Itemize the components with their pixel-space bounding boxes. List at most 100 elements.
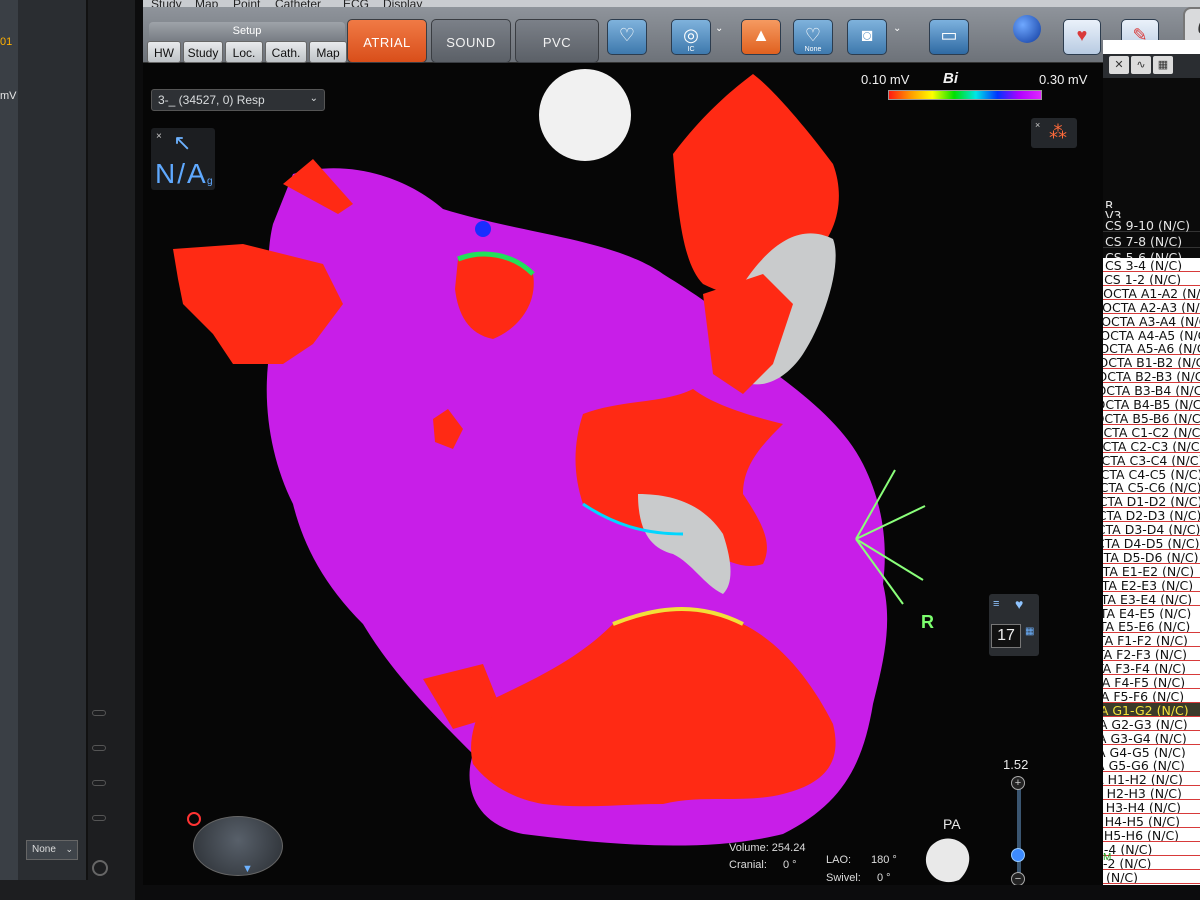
tab-hw[interactable]: HW (147, 41, 181, 63)
signal-channel[interactable]: MAP 3-4 (N/C) (1103, 841, 1200, 857)
tab-map[interactable]: Map (309, 41, 347, 63)
signal-channel[interactable]: OCTA G1-G2 (N/C) (1103, 702, 1200, 718)
projection-box[interactable]: × ↖ N/A g (151, 128, 215, 190)
signal-label[interactable]: CS 7-8 (N/C) (1103, 234, 1200, 249)
sphere-icon[interactable] (1013, 15, 1041, 43)
bezel-button[interactable] (92, 815, 106, 821)
setup-button[interactable]: Setup (149, 22, 345, 40)
map-settings[interactable]: × ⁂ (1031, 118, 1077, 148)
signal-channel[interactable]: OCTA H1-H2 (N/C) (1103, 772, 1200, 787)
signal-channel[interactable]: OCTA A2-A3 (N/C) (1103, 299, 1200, 315)
screens-icon[interactable]: ▭ (929, 19, 969, 55)
signal-channel[interactable]: OCTA H5-H6 (N/C) (1103, 827, 1200, 843)
signal-channel[interactable]: OCTA C4-C5 (N/C) (1103, 466, 1200, 482)
signal-channel[interactable]: OCTA C1-C2 (N/C) (1103, 424, 1200, 440)
screens-glyph: ▭ (940, 25, 958, 45)
signal-channel[interactable]: OCTA H4-H5 (N/C) (1103, 814, 1200, 829)
signal-label[interactable]: CS 9-10 (N/C) (1103, 218, 1200, 233)
arrow-up-left-icon: ↖ (173, 130, 192, 155)
signal-channel[interactable]: OCTA F2-F3 (N/C) (1103, 647, 1200, 662)
signal-channel[interactable]: OCTA G3-G4 (N/C) (1103, 730, 1200, 746)
bezel-button[interactable] (92, 780, 106, 786)
signal-channel[interactable]: OCTA C2-C3 (N/C) (1103, 438, 1200, 454)
signal-channel[interactable]: OCTA D2-D3 (N/C) (1103, 508, 1200, 523)
orientation-heart-icon[interactable] (921, 836, 975, 885)
heart-tag-icon[interactable]: ♥ (1063, 19, 1101, 55)
tab-study[interactable]: Study (183, 41, 223, 63)
tab-catheter[interactable]: Cath. (265, 41, 307, 63)
zoom-in-button[interactable]: + (1011, 776, 1025, 790)
signal-channel[interactable]: OCTA D4-D5 (N/C) (1103, 536, 1200, 551)
signal-channel[interactable]: OCTA F5-F6 (N/C) (1103, 688, 1200, 704)
signal-channel[interactable]: OCTA A3-A4 (N/C) (1103, 313, 1200, 329)
signal-channel[interactable]: OCTA H2-H3 (N/C) (1103, 786, 1200, 801)
count-value[interactable]: 17 (991, 624, 1021, 648)
ic-gauge-icon[interactable]: ◎ IC (671, 19, 711, 55)
signal-channel[interactable]: OCTA E2-E3 (N/C) (1103, 577, 1200, 593)
signal-channel[interactable]: OCTA B3-B4 (N/C) (1103, 383, 1200, 398)
signal-channel[interactable]: CS 3-4 (N/C) (1103, 258, 1200, 273)
close-icon[interactable]: × (156, 131, 162, 142)
signal-channel[interactable]: MAP 1-2 (N/C) (1103, 855, 1200, 871)
close-icon[interactable]: × (1035, 120, 1040, 130)
bezel-button[interactable] (92, 745, 106, 751)
swivel-label: Swivel: (826, 872, 861, 884)
navigation-dial[interactable]: ▼ (193, 816, 283, 876)
signal-channel[interactable]: OCTA G4-G5 (N/C) (1103, 744, 1200, 760)
heart-icon: ♥ (1015, 596, 1024, 612)
orientation-marker: R (921, 612, 934, 632)
signal-channel[interactable]: OCTA F3-F4 (N/C) (1103, 661, 1200, 676)
signal-channel[interactable]: OCTA H3-H4 (N/C) (1103, 800, 1200, 815)
chevron-down-icon[interactable]: ⌄ (893, 23, 901, 34)
chevron-down-icon[interactable]: ⌄ (715, 23, 723, 34)
signal-channel[interactable]: OCTA A4-A5 (N/C) (1103, 327, 1200, 343)
tab-location[interactable]: Loc. (225, 41, 263, 63)
voltage-colorbar[interactable] (888, 90, 1042, 100)
anatomy-map[interactable] (143, 64, 1103, 885)
signal-channel[interactable]: OCTA C5-C6 (N/C) (1103, 480, 1200, 495)
heart-none-icon[interactable]: ♡ None (793, 19, 833, 55)
waveform-icon[interactable]: ∿ (1131, 56, 1151, 74)
signal-channel[interactable]: OCTA B5-B6 (N/C) (1103, 410, 1200, 426)
mode-atrial-button[interactable]: ATRIAL (347, 19, 427, 63)
tools-icon[interactable]: ✕ (1109, 56, 1129, 74)
lao-label: LAO: (826, 854, 852, 866)
power-button[interactable] (92, 860, 108, 876)
signal-channel[interactable]: OCTA E4-E5 (N/C) (1103, 605, 1200, 621)
signal-channel[interactable]: OCTA D1-D2 (N/C) (1103, 494, 1200, 509)
cone-icon[interactable]: ▲ (741, 19, 781, 55)
signal-channel[interactable]: OCTA F1-F2 (N/C) (1103, 633, 1200, 648)
signal-channel[interactable]: OCTA E3-E4 (N/C) (1103, 591, 1200, 607)
side-monitor-select[interactable]: None ⌄ (26, 840, 78, 860)
signal-channel[interactable]: OCTA B4-B5 (N/C) (1103, 397, 1200, 412)
signal-channel[interactable]: OCTA G5-G6 (N/C) (1103, 758, 1200, 773)
signal-channel[interactable]: OCTA A5-A6 (N/C) (1103, 341, 1200, 356)
map-selector[interactable]: 3-_ (34527, 0) Resp ⌄ (151, 89, 325, 111)
signal-channel[interactable]: OCTA B2-B3 (N/C) (1103, 369, 1200, 384)
mode-sound-button[interactable]: SOUND (431, 19, 511, 63)
grid-icon[interactable]: ▦ (1025, 626, 1034, 637)
map-viewport[interactable]: 3-_ (34527, 0) Resp ⌄ × ↖ N/A g 0.10 mV … (143, 64, 1103, 885)
signal-mark: M (1103, 852, 1112, 863)
heart-glyph: ♡ (804, 25, 822, 45)
signal-channel[interactable]: OCTA E1-E2 (N/C) (1103, 563, 1200, 579)
heart-add-icon[interactable]: ♡ (607, 19, 647, 55)
zoom-slider-knob[interactable] (1011, 848, 1025, 862)
signal-channel[interactable]: MAP 1 (N/C) (1103, 869, 1200, 885)
signal-channel[interactable]: CS 1-2 (N/C) (1103, 271, 1200, 287)
mode-pvc-button[interactable]: PVC (515, 19, 599, 63)
signal-channel[interactable]: OCTA G2-G3 (N/C) (1103, 716, 1200, 732)
signal-channel[interactable]: OCTA C3-C4 (N/C) (1103, 452, 1200, 468)
zoom-out-button[interactable]: − (1011, 872, 1025, 885)
signal-channel[interactable]: OCTA D3-D4 (N/C) (1103, 522, 1200, 537)
camera-icon[interactable]: ◙ (847, 19, 887, 55)
signal-channel[interactable]: OCTA B1-B2 (N/C) (1103, 355, 1200, 370)
zoom-slider[interactable] (1017, 780, 1021, 878)
signal-channel[interactable]: OCTA D5-D6 (N/C) (1103, 549, 1200, 565)
signal-channel[interactable]: OCTA A1-A2 (N/C) (1103, 285, 1200, 301)
signal-channel[interactable]: OCTA F4-F5 (N/C) (1103, 675, 1200, 690)
grid-toggle-icon[interactable]: ▦ (1153, 56, 1173, 74)
orientation-circle (539, 69, 631, 161)
signal-channel[interactable]: OCTA E5-E6 (N/C) (1103, 619, 1200, 634)
bezel-button[interactable] (92, 710, 106, 716)
